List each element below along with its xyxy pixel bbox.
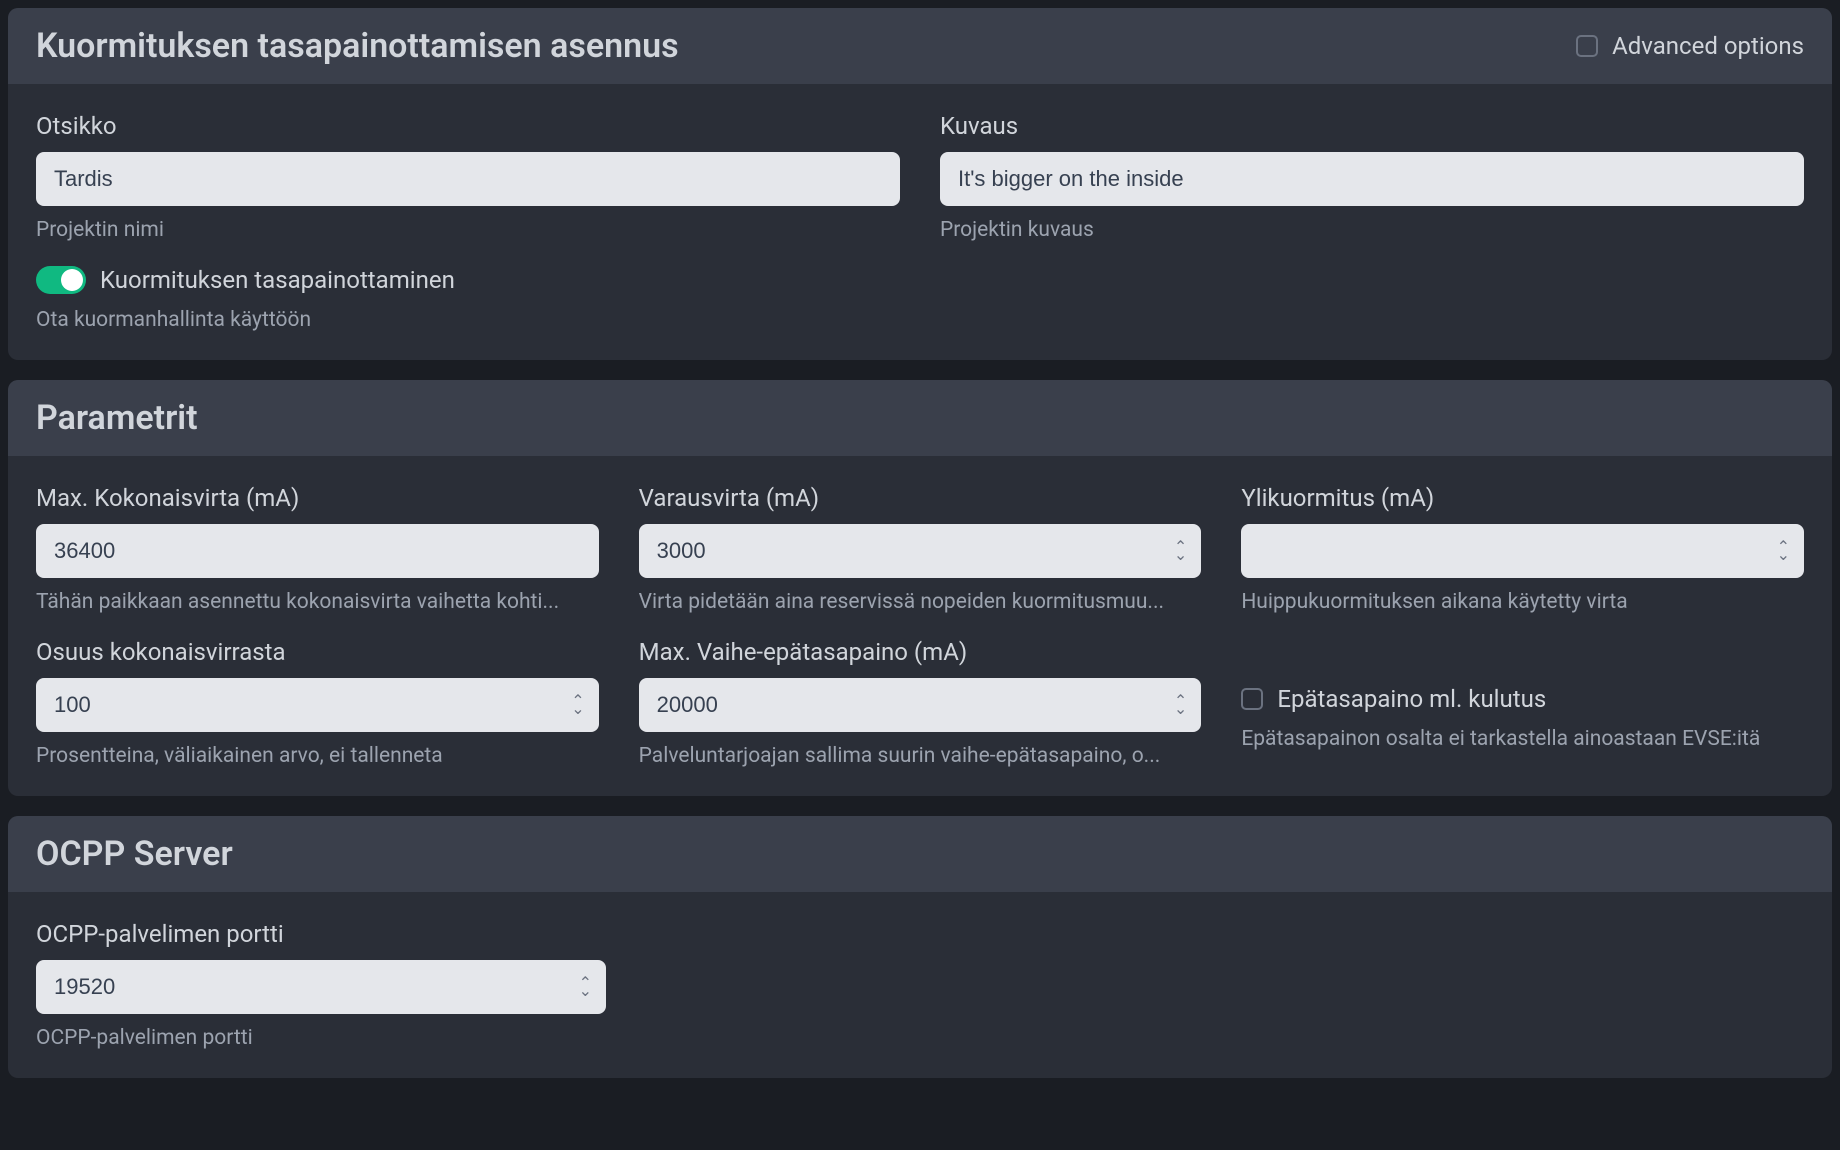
reserve-field: Varausvirta (mA) ⌃⌄ Virta pidetään aina … bbox=[639, 484, 1202, 614]
imbalance-field: Epätasapaino ml. kulutus Epätasapainon o… bbox=[1241, 638, 1804, 768]
imbalance-checkbox[interactable] bbox=[1241, 688, 1263, 710]
reserve-help: Virta pidetään aina reservissä nopeiden … bbox=[639, 590, 1202, 614]
title-input[interactable] bbox=[36, 152, 900, 206]
ocpp-server-panel: OCPP Server OCPP-palvelimen portti ⌃⌄ OC… bbox=[8, 816, 1832, 1078]
panel-body: Max. Kokonaisvirta (mA) Tähän paikkaan a… bbox=[8, 456, 1832, 796]
reserve-input[interactable] bbox=[639, 524, 1202, 578]
panel-header: OCPP Server bbox=[8, 816, 1832, 892]
description-label: Kuvaus bbox=[940, 112, 1804, 140]
share-field: Osuus kokonaisvirrasta ⌃⌄ Prosentteina, … bbox=[36, 638, 599, 768]
load-balancing-toggle-row: Kuormituksen tasapainottaminen bbox=[36, 266, 1804, 294]
share-label: Osuus kokonaisvirrasta bbox=[36, 638, 599, 666]
panel-body: OCPP-palvelimen portti ⌃⌄ OCPP-palvelime… bbox=[8, 892, 1832, 1078]
load-balancing-toggle-label: Kuormituksen tasapainottaminen bbox=[100, 266, 455, 294]
reserve-label: Varausvirta (mA) bbox=[639, 484, 1202, 512]
advanced-options-row: Advanced options bbox=[1576, 32, 1804, 60]
max-total-help: Tähän paikkaan asennettu kokonaisvirta v… bbox=[36, 590, 599, 614]
panel-title: OCPP Server bbox=[36, 834, 233, 874]
overload-label: Ylikuormitus (mA) bbox=[1241, 484, 1804, 512]
imbalance-label: Epätasapaino ml. kulutus bbox=[1277, 685, 1546, 713]
load-balancing-toggle[interactable] bbox=[36, 266, 86, 294]
share-input[interactable] bbox=[36, 678, 599, 732]
overload-field: Ylikuormitus (mA) ⌃⌄ Huippukuormituksen … bbox=[1241, 484, 1804, 614]
title-field: Otsikko Projektin nimi bbox=[36, 112, 900, 242]
description-help: Projektin kuvaus bbox=[940, 218, 1804, 242]
max-phase-field: Max. Vaihe-epätasapaino (mA) ⌃⌄ Palvelun… bbox=[639, 638, 1202, 768]
max-total-label: Max. Kokonaisvirta (mA) bbox=[36, 484, 599, 512]
panel-title: Parametrit bbox=[36, 398, 198, 438]
max-total-input[interactable] bbox=[36, 524, 599, 578]
max-phase-input[interactable] bbox=[639, 678, 1202, 732]
max-phase-label: Max. Vaihe-epätasapaino (mA) bbox=[639, 638, 1202, 666]
overload-input[interactable] bbox=[1241, 524, 1804, 578]
load-balancing-toggle-help: Ota kuormanhallinta käyttöön bbox=[36, 308, 1804, 332]
title-help: Projektin nimi bbox=[36, 218, 900, 242]
ocpp-port-help: OCPP-palvelimen portti bbox=[36, 1026, 606, 1050]
load-balancing-panel: Kuormituksen tasapainottamisen asennus A… bbox=[8, 8, 1832, 360]
max-total-field: Max. Kokonaisvirta (mA) Tähän paikkaan a… bbox=[36, 484, 599, 614]
panel-header: Kuormituksen tasapainottamisen asennus A… bbox=[8, 8, 1832, 84]
ocpp-port-input[interactable] bbox=[36, 960, 606, 1014]
advanced-options-label: Advanced options bbox=[1612, 32, 1804, 60]
description-input[interactable] bbox=[940, 152, 1804, 206]
panel-title: Kuormituksen tasapainottamisen asennus bbox=[36, 26, 679, 66]
share-help: Prosentteina, väliaikainen arvo, ei tall… bbox=[36, 744, 599, 768]
imbalance-help: Epätasapainon osalta ei tarkastella aino… bbox=[1241, 727, 1804, 751]
ocpp-port-field: OCPP-palvelimen portti ⌃⌄ OCPP-palvelime… bbox=[36, 920, 606, 1050]
advanced-options-checkbox[interactable] bbox=[1576, 35, 1598, 57]
ocpp-port-label: OCPP-palvelimen portti bbox=[36, 920, 606, 948]
parameters-panel: Parametrit Max. Kokonaisvirta (mA) Tähän… bbox=[8, 380, 1832, 796]
panel-body: Otsikko Projektin nimi Kuvaus Projektin … bbox=[8, 84, 1832, 360]
description-field: Kuvaus Projektin kuvaus bbox=[940, 112, 1804, 242]
overload-help: Huippukuormituksen aikana käytetty virta bbox=[1241, 590, 1804, 614]
title-label: Otsikko bbox=[36, 112, 900, 140]
max-phase-help: Palveluntarjoajan sallima suurin vaihe-e… bbox=[639, 744, 1202, 768]
panel-header: Parametrit bbox=[8, 380, 1832, 456]
